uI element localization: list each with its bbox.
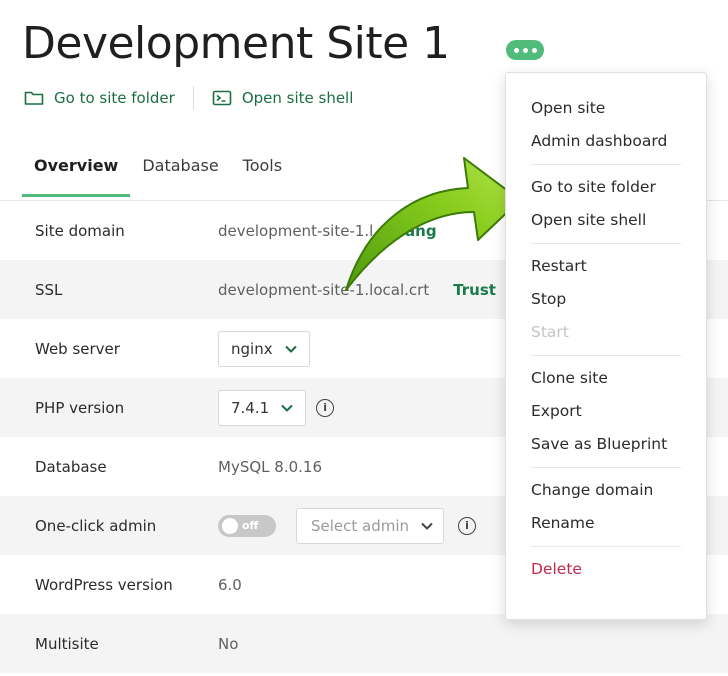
ellipsis-icon (513, 47, 519, 53)
menu-item-open-site-shell[interactable]: Open site shell (506, 204, 706, 237)
web-server-select[interactable]: nginx (218, 330, 310, 367)
one-click-admin-controls: off Select admin i (218, 507, 477, 544)
ssl-label: SSL (35, 280, 63, 299)
menu-item-rename[interactable]: Rename (506, 507, 706, 540)
menu-item-start: Start (531, 323, 569, 341)
tab-tools[interactable]: Tools (231, 150, 294, 195)
chevron-down-icon (284, 345, 297, 353)
web-server-selected: nginx (231, 339, 273, 358)
ellipsis-dot (531, 47, 537, 53)
folder-icon (24, 91, 44, 105)
web-server-value-group: nginx (218, 330, 310, 367)
tab-bar: Overview Database Tools (22, 150, 294, 197)
menu-item-clone-site[interactable]: Clone site (506, 362, 706, 395)
tab-database[interactable]: Database (130, 150, 230, 195)
php-version-selected: 7.4.1 (231, 398, 270, 417)
web-server-label: Web server (35, 339, 120, 358)
menu-group-delete: Delete (506, 547, 706, 592)
one-click-admin-label: One-click admin (35, 516, 157, 535)
wordpress-version-value: 6.0 (218, 575, 242, 594)
admin-user-select[interactable]: Select admin (296, 507, 445, 544)
site-domain-value-group: development-site-1.l Chang (218, 222, 437, 240)
database-label: Database (35, 457, 107, 476)
multisite-label: Multisite (35, 634, 99, 653)
open-site-shell-label: Open site shell (241, 89, 354, 107)
php-version-value-group: 7.4.1 i (218, 389, 335, 426)
chevron-down-icon (281, 404, 293, 412)
chevron-down-icon (421, 522, 433, 530)
open-site-shell-link[interactable]: Open site shell (212, 89, 354, 107)
ssl-value: development-site-1.local.crt (218, 280, 430, 299)
toggle-state-label: off (242, 519, 259, 532)
one-click-admin-toggle[interactable]: off (218, 514, 276, 537)
admin-select-placeholder: Select admin (311, 516, 410, 535)
menu-item-open-site[interactable]: Open site (506, 92, 706, 125)
menu-item-delete[interactable]: Delete (506, 553, 706, 586)
menu-item-stop[interactable]: Stop (506, 283, 706, 316)
divider (192, 86, 194, 110)
menu-item-export[interactable]: Export (506, 395, 706, 428)
menu-group-rename: Change domain Rename (506, 468, 706, 546)
site-domain-label: Site domain (35, 221, 125, 240)
tab-overview[interactable]: Overview (22, 150, 131, 197)
page-title: Development Site 1 (22, 18, 450, 69)
change-domain-link[interactable]: Chang (383, 222, 436, 240)
menu-item-admin-dashboard[interactable]: Admin dashboard (506, 125, 706, 158)
wordpress-version-label: WordPress version (35, 575, 173, 594)
go-to-site-folder-link[interactable]: Go to site folder (24, 89, 175, 107)
more-options-button[interactable] (506, 40, 544, 60)
go-to-site-folder-label: Go to site folder (54, 89, 175, 107)
menu-item-go-to-site-folder[interactable]: Go to site folder (506, 171, 706, 204)
menu-item-change-domain[interactable]: Change domain (506, 474, 706, 507)
toggle-knob (222, 517, 238, 534)
ellipsis-dot (522, 47, 528, 53)
quick-actions-bar: Go to site folder Open site shell (24, 86, 353, 110)
database-value: MySQL 8.0.16 (218, 457, 322, 476)
php-version-select[interactable]: 7.4.1 (218, 389, 307, 426)
info-icon[interactable]: i (316, 398, 335, 417)
trust-link[interactable]: Trust (453, 281, 496, 299)
terminal-icon (212, 90, 232, 106)
menu-group-files: Go to site folder Open site shell (506, 165, 706, 243)
site-domain-value: development-site-1.l (218, 221, 374, 240)
php-version-label: PHP version (35, 398, 125, 417)
menu-group-open: Open site Admin dashboard (506, 73, 706, 164)
menu-group-copy: Clone site Export Save as Blueprint (506, 356, 706, 467)
row-multisite: Multisite No (0, 614, 728, 673)
ssl-value-group: development-site-1.local.crt Trust (218, 281, 496, 299)
info-icon[interactable]: i (458, 516, 477, 535)
menu-item-restart[interactable]: Restart (506, 250, 706, 283)
menu-item-save-as-blueprint[interactable]: Save as Blueprint (506, 428, 706, 461)
multisite-value: No (218, 634, 239, 653)
menu-group-state: Restart Stop Start (506, 244, 706, 355)
site-actions-menu: Open site Admin dashboard Go to site fol… (505, 72, 707, 620)
